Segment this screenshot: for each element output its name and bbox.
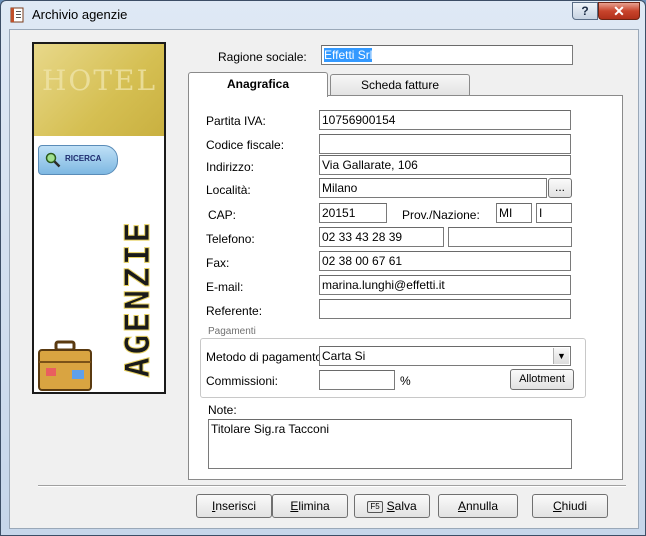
provincia-input[interactable]: MI	[496, 203, 532, 223]
metodo-pagamento-value: Carta Si	[322, 349, 366, 363]
cap-input[interactable]: 20151	[319, 203, 387, 223]
cap-label: CAP:	[208, 208, 237, 222]
codice-fiscale-label: Codice fiscale:	[206, 138, 285, 152]
email-label: E-mail:	[206, 280, 244, 294]
note-label: Note:	[208, 403, 237, 417]
hotel-image: HOTEL	[34, 44, 164, 136]
nazione-input[interactable]: I	[536, 203, 572, 223]
ragione-sociale-value: Effetti Srl	[324, 48, 373, 62]
elimina-button[interactable]: Elimina	[272, 494, 348, 518]
annulla-button[interactable]: Annulla	[438, 494, 518, 518]
agency-banner: HOTEL RICERCA AGENZIE	[32, 42, 166, 394]
ragione-sociale-input[interactable]: Effetti Srl	[321, 45, 573, 65]
logo-text: AGENZIE	[118, 220, 159, 378]
note-textarea[interactable]: Titolare Sig.ra Tacconi	[208, 419, 572, 469]
dialog-body: HOTEL RICERCA AGENZIE Ragione sociale: E…	[9, 29, 639, 529]
email-input[interactable]: marina.lunghi@effetti.it	[319, 275, 571, 295]
percent-label: %	[400, 374, 411, 388]
window-title: Archivio agenzie	[32, 7, 128, 22]
annulla-label: nnulla	[465, 499, 499, 513]
search-label: RICERCA	[65, 154, 102, 163]
chiudi-mnemonic: C	[552, 499, 562, 513]
commissioni-label: Commissioni:	[206, 374, 279, 388]
chiudi-label: hiudi	[561, 499, 588, 513]
chevron-down-icon[interactable]: ▼	[553, 348, 569, 364]
help-button[interactable]: ?	[572, 2, 598, 20]
localita-input[interactable]: Milano	[319, 178, 547, 198]
suitcase-icon	[38, 340, 92, 391]
chiudi-button[interactable]: Chiudi	[532, 494, 608, 518]
salva-mnemonic: S	[386, 499, 395, 513]
inserisci-button[interactable]: Inserisci	[196, 494, 272, 518]
telefono-input[interactable]: 02 33 43 28 39	[319, 227, 444, 247]
partita-iva-label: Partita IVA:	[206, 114, 266, 128]
inserisci-label: nserisci	[215, 499, 257, 513]
localita-browse-button[interactable]: ...	[548, 178, 572, 198]
telefono2-input[interactable]	[448, 227, 572, 247]
app-window: Archivio agenzie ? ✕ HOTEL RICERCA AGENZ…	[0, 0, 646, 536]
annulla-mnemonic: A	[457, 499, 466, 513]
commissioni-input[interactable]	[319, 370, 395, 390]
allotment-button[interactable]: Allotment	[510, 369, 574, 390]
footer-divider	[38, 485, 626, 487]
ragione-sociale-label: Ragione sociale:	[218, 50, 307, 64]
partita-iva-input[interactable]: 10756900154	[319, 110, 571, 130]
salva-label: alva	[394, 499, 417, 513]
hotel-text: HOTEL	[42, 64, 158, 97]
indirizzo-input[interactable]: Via Gallarate, 106	[319, 155, 571, 175]
fax-label: Fax:	[206, 256, 230, 270]
indirizzo-label: Indirizzo:	[206, 160, 255, 174]
metodo-pagamento-label: Metodo di pagamento:	[206, 350, 326, 364]
fax-input[interactable]: 02 38 00 67 61	[319, 251, 571, 271]
codice-fiscale-input[interactable]	[319, 134, 571, 154]
tab-anagrafica[interactable]: Anagrafica	[188, 72, 328, 97]
address-book-icon	[10, 7, 24, 23]
f5-key-icon: F5	[367, 500, 383, 513]
search-icon	[45, 152, 61, 168]
prov-nazione-label: Prov./Nazione:	[402, 208, 480, 222]
search-button[interactable]: RICERCA	[38, 145, 118, 175]
close-button[interactable]: ✕	[598, 2, 640, 20]
telefono-label: Telefono:	[206, 232, 255, 246]
metodo-pagamento-select[interactable]: Carta Si ▼	[319, 346, 571, 366]
agenzie-logo: AGENZIE	[118, 204, 159, 392]
salva-button[interactable]: F5 Salva	[354, 494, 430, 518]
pagamenti-title: Pagamenti	[208, 326, 256, 337]
localita-label: Località:	[206, 183, 251, 197]
referente-input[interactable]	[319, 299, 571, 319]
tab-scheda-fatture[interactable]: Scheda fatture	[330, 74, 470, 95]
elimina-label: limina	[298, 499, 330, 513]
title-bar[interactable]: Archivio agenzie ? ✕	[1, 1, 645, 29]
referente-label: Referente:	[206, 304, 263, 318]
